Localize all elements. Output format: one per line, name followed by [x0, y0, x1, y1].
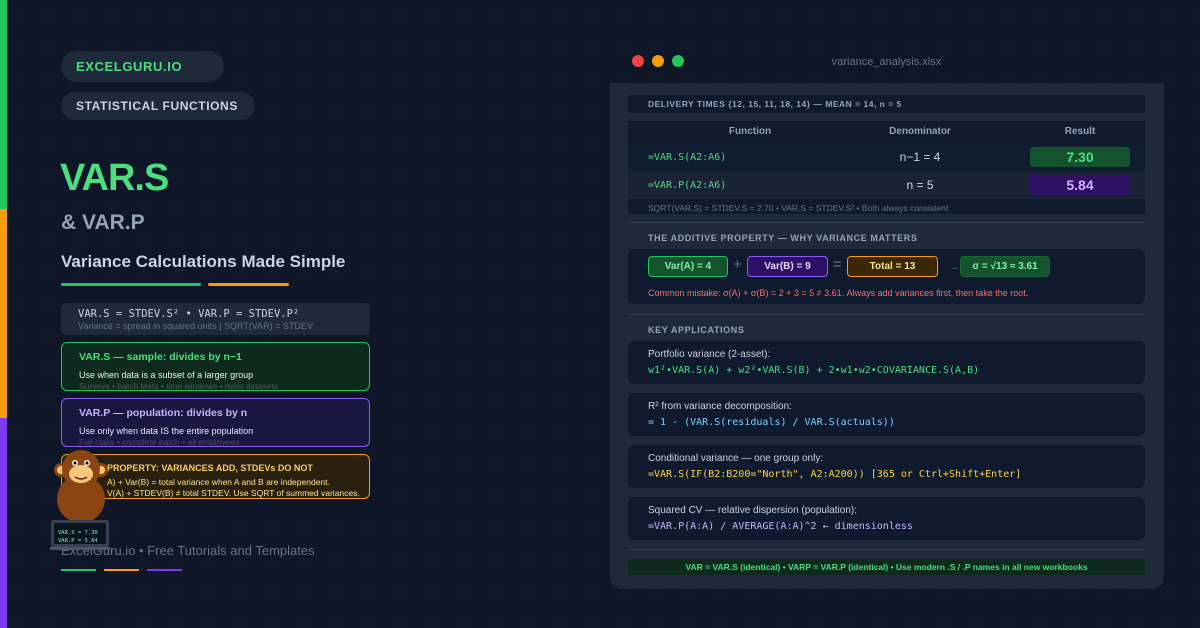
accent-stripe-purple [0, 418, 7, 628]
denominator-cell[interactable]: n = 5 [850, 178, 990, 192]
application-label: Conditional variance — one group only: [648, 453, 824, 464]
title-underline-orange [208, 283, 289, 286]
common-mistake-note: Common mistake: σ(A) + σ(B) = 2 + 3 = 5 … [648, 288, 1029, 298]
var-a-chip: Var(A) = 4 [648, 256, 728, 277]
formula-caption: Variance = spread in squared units | SQR… [78, 321, 313, 331]
footer-line-orange [104, 569, 139, 571]
sigma-chip: σ = √13 ≈ 3.61 [960, 256, 1050, 277]
mascot-screen-line: VAR.S = 7.30 [58, 530, 98, 536]
minimize-window-button[interactable] [652, 55, 664, 67]
application-label: Portfolio variance (2-asset): [648, 349, 771, 360]
formula-line: VAR.S = STDEV.S² • VAR.P = STDEV.P² [78, 308, 300, 320]
legacy-names-note: VAR = VAR.S (identical) • VARP = VAR.P (… [628, 559, 1145, 575]
tagline: Variance Calculations Made Simple [61, 252, 346, 271]
card-examples: Full class • complete batch • all employ… [79, 437, 240, 447]
section-divider [628, 314, 1145, 315]
applications-section-label: KEY APPLICATIONS [648, 325, 745, 335]
application-formula: =VAR.S(IF(B2:B200="North", A2:A200)) [36… [648, 469, 1022, 480]
title-underline-green [61, 283, 201, 286]
application-formula: w1²•VAR.S(A) + w2²•VAR.S(B) + 2•w1•w2•CO… [648, 365, 980, 376]
footer-line-green [61, 569, 96, 571]
card-heading: VAR.S — sample: divides by n−1 [79, 351, 242, 363]
close-window-button[interactable] [632, 55, 644, 67]
table-row: =VAR.P(A2:A6) n = 5 5.84 [628, 171, 1145, 199]
table-row: =VAR.S(A2:A6) n−1 = 4 7.30 [628, 143, 1145, 171]
table-note: SQRT(VAR.S) = STDEV.S = 2.70 • VAR.S = S… [648, 203, 949, 213]
application-card: R² from variance decomposition: = 1 - (V… [628, 393, 1145, 436]
card-text: A) + Var(B) = total variance when A and … [107, 477, 330, 487]
accent-stripe-orange [0, 209, 7, 418]
application-card: Conditional variance — one group only: =… [628, 445, 1145, 488]
card-text: Use when data is a subset of a larger gr… [79, 370, 254, 380]
total-chip: Total = 13 [847, 256, 938, 277]
monkey-mascot-icon: VAR.S = 7.30 VAR.P = 5.84 [50, 450, 110, 550]
card-examples: Surveys • batch tests • time windows • m… [79, 381, 278, 391]
page-subtitle: & VAR.P [61, 211, 145, 234]
function-cell[interactable]: =VAR.S(A2:A6) [648, 152, 726, 163]
var-b-chip: Var(B) = 9 [747, 256, 828, 277]
accent-stripe-green [0, 0, 7, 209]
var-s-card: VAR.S — sample: divides by n−1 Use when … [61, 342, 370, 391]
card-text: V(A) + STDEV(B) ≠ total STDEV. Use SQRT … [107, 488, 360, 498]
application-label: Squared CV — relative dispersion (popula… [648, 505, 857, 516]
card-heading: PROPERTY: VARIANCES ADD, STDEVs DO NOT [107, 463, 313, 473]
footer-line-purple [147, 569, 182, 571]
dataset-title: DELIVERY TIMES {12, 15, 11, 18, 14} — ME… [628, 95, 1145, 113]
page-title: VAR.S [60, 157, 169, 199]
denominator-cell[interactable]: n−1 = 4 [850, 150, 990, 164]
application-card: Portfolio variance (2-asset): w1²•VAR.S(… [628, 341, 1145, 384]
section-divider [628, 549, 1145, 550]
additive-section-label: THE ADDITIVE PROPERTY — WHY VARIANCE MAT… [648, 233, 918, 243]
result-cell[interactable]: 5.84 [1030, 175, 1130, 195]
window-title: variance_analysis.xlsx [831, 56, 942, 68]
application-card: Squared CV — relative dispersion (popula… [628, 497, 1145, 540]
function-cell[interactable]: =VAR.P(A2:A6) [648, 180, 726, 191]
mascot-screen-line: VAR.P = 5.84 [58, 538, 98, 544]
table-header-result: Result [1064, 126, 1096, 137]
card-heading: VAR.P — population: divides by n [79, 407, 248, 419]
application-formula: =VAR.P(A:A) / AVERAGE(A:A)^2 ← dimension… [648, 521, 913, 532]
brand-badge: EXCELGURU.IO [61, 51, 224, 82]
section-divider [628, 222, 1145, 223]
table-header-denominator: Denominator [889, 126, 951, 137]
table-header-function: Function [728, 126, 772, 137]
category-badge: STATISTICAL FUNCTIONS [61, 92, 255, 120]
application-label: R² from variance decomposition: [648, 401, 792, 412]
arrow-right-icon: → [950, 262, 959, 272]
maximize-window-button[interactable] [672, 55, 684, 67]
card-text: Use only when data IS the entire populat… [79, 426, 254, 436]
formula-box: VAR.S = STDEV.S² • VAR.P = STDEV.P² Vari… [61, 303, 370, 335]
var-p-card: VAR.P — population: divides by n Use onl… [61, 398, 370, 447]
plus-operator: + [733, 256, 742, 273]
application-formula: = 1 - (VAR.S(residuals) / VAR.S(actuals)… [648, 417, 895, 428]
result-cell[interactable]: 7.30 [1030, 147, 1130, 167]
equals-operator: = [833, 256, 842, 273]
